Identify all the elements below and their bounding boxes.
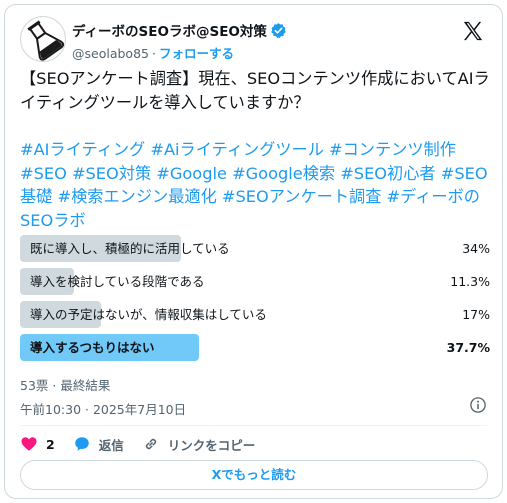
poll-meta: 53票 · 最終結果 [20, 378, 111, 393]
poll: 既に導入し、積極的に活用している 34% 導入を検討している段階である 11.3% 導入… [20, 235, 494, 367]
reply-label: 返信 [98, 437, 124, 453]
poll-option: 既に導入し、積極的に活用している 34% [20, 235, 494, 262]
verified-badge-icon [271, 22, 286, 38]
poll-option-label: 既に導入し、積極的に活用している [30, 241, 230, 256]
like-count: 2 [46, 436, 55, 452]
avatar[interactable] [20, 16, 66, 62]
poll-option-percent: 17% [462, 307, 490, 322]
x-logo-icon[interactable] [462, 20, 484, 42]
reply-button[interactable]: 返信 [73, 435, 124, 454]
poll-option-label: 導入を検討している段階である [30, 274, 205, 289]
heart-icon [21, 437, 37, 451]
poll-option-percent: 37.7% [446, 340, 490, 355]
tweet-hashtags[interactable]: #AIライティング #Aiライティングツール #コンテンツ制作 #SEO #SE… [20, 138, 494, 232]
tweet-header: ディーボのSEOラボ@SEO対策 @seolabo85 · フォローする [20, 14, 488, 64]
poll-option-label: 導入するつもりはない [30, 340, 155, 355]
flask-logo-icon [27, 20, 65, 61]
author-handle[interactable]: @seolabo85 [72, 46, 149, 61]
link-icon [145, 438, 156, 450]
divider [20, 425, 487, 426]
poll-option-label: 導入の予定はないが、情報収集はしている [30, 307, 267, 322]
like-button[interactable]: 2 [20, 435, 55, 453]
author-name-line: ディーボのSEOラボ@SEO対策 [72, 20, 287, 40]
poll-option-percent: 11.3% [450, 274, 490, 289]
separator-dot: · [151, 46, 156, 61]
follow-button[interactable]: フォローする [159, 46, 234, 61]
poll-option: 導入の予定はないが、情報収集はしている 17% [20, 301, 494, 328]
action-bar: 2 返信 リンクをコピー [20, 433, 273, 455]
poll-option: 導入を検討している段階である 11.3% [20, 268, 494, 295]
author-display-name[interactable]: ディーボのSEOラボ@SEO対策 [72, 20, 267, 40]
author-handle-line: @seolabo85 · フォローする [72, 43, 234, 61]
info-icon[interactable] [469, 396, 487, 414]
tweet-card: ディーボのSEOラボ@SEO対策 @seolabo85 · フォローする 【SEOア… [4, 4, 503, 499]
tweet-timestamp[interactable]: 午前10:30 · 2025年7月10日 [20, 399, 186, 418]
read-more-button[interactable]: Xでもっと読む [20, 460, 488, 490]
copy-link-label: リンクをコピー [167, 437, 256, 453]
speech-bubble-icon [74, 437, 89, 451]
tweet-question: 【SEOアンケート調査】現在、SEOコンテンツ作成においてAIライティングツール… [20, 69, 490, 112]
poll-option-percent: 34% [462, 241, 490, 256]
tweet-body: 【SEOアンケート調査】現在、SEOコンテンツ作成においてAIライティングツール… [20, 67, 494, 114]
poll-option: 導入するつもりはない 37.7% [20, 334, 494, 361]
copy-link-button[interactable]: リンクをコピー [142, 435, 256, 454]
